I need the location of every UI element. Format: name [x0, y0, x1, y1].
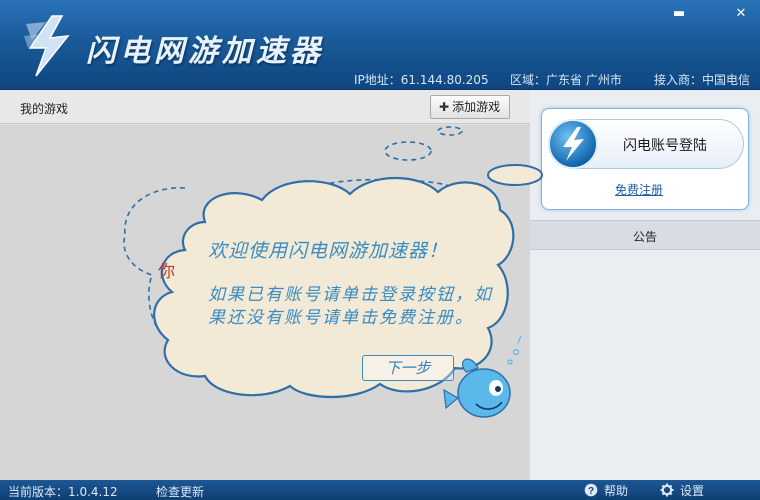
tutorial-title: 欢迎使用闪电网游加速器！	[208, 240, 449, 262]
svg-text:?: ?	[588, 486, 594, 497]
help-icon: ?	[584, 483, 598, 497]
free-register-link[interactable]: 免费注册	[615, 181, 663, 198]
plus-icon: ✚	[439, 100, 450, 114]
minimize-icon: ▬	[672, 6, 686, 21]
games-title: 我的游戏	[20, 102, 69, 116]
ip-value: 61.144.80.205	[400, 73, 489, 87]
isp-label: 接入商：	[654, 73, 703, 87]
notice-title: 公告	[632, 230, 657, 244]
app-title: 闪电网游加速器	[86, 34, 324, 69]
help-label: 帮助	[604, 484, 629, 498]
check-update-link[interactable]: 检查更新	[156, 483, 204, 500]
version-info: 当前版本：1.0.4.12	[8, 483, 118, 500]
login-button[interactable]: 闪电账号登陆	[548, 119, 744, 169]
region-info: 区域：广东省 广州市	[510, 71, 622, 88]
ip-address-info: IP地址：61.144.80.205	[354, 71, 489, 88]
close-button[interactable]: ✕	[730, 6, 752, 22]
ip-label: IP地址：	[354, 73, 401, 87]
hint-text-partial: 你	[158, 262, 175, 282]
notice-header: 公告	[530, 220, 760, 250]
settings-label: 设置	[680, 484, 705, 498]
add-game-button[interactable]: ✚ 添加游戏	[430, 95, 510, 119]
login-card: 闪电账号登陆 免费注册	[541, 108, 749, 210]
lightning-logo-icon	[24, 15, 70, 77]
isp-value: 中国电信	[702, 73, 751, 87]
close-icon: ✕	[735, 6, 747, 21]
games-toolbar: 我的游戏 ✚ 添加游戏	[0, 90, 530, 124]
version-label: 当前版本：	[8, 485, 69, 499]
isp-info: 接入商：中国电信	[654, 71, 750, 88]
settings-button[interactable]: 设置	[660, 482, 704, 499]
help-button[interactable]: ? 帮助	[584, 482, 628, 499]
region-value: 广东省 广州市	[546, 73, 622, 87]
next-step-button[interactable]: 下一步	[362, 355, 454, 381]
minimize-button[interactable]: ▬	[668, 6, 690, 22]
login-button-label: 闪电账号登陆	[623, 138, 707, 154]
version-value: 1.0.4.12	[68, 485, 118, 499]
title-bar: 闪电网游加速器 ▬ ✕ IP地址：61.144.80.205 区域：广东省 广州…	[0, 0, 760, 90]
account-panel: 闪电账号登陆 免费注册 公告	[530, 90, 760, 480]
tutorial-body: 如果已有账号请单击登录按钮，如果还没有账号请单击免费注册。	[208, 285, 493, 328]
gear-icon	[660, 483, 674, 497]
status-bar: 当前版本：1.0.4.12 检查更新 ? 帮助 设置	[0, 480, 760, 500]
region-label: 区域：	[510, 73, 547, 87]
lightning-login-icon	[548, 119, 598, 169]
add-game-label: 添加游戏	[452, 100, 501, 114]
